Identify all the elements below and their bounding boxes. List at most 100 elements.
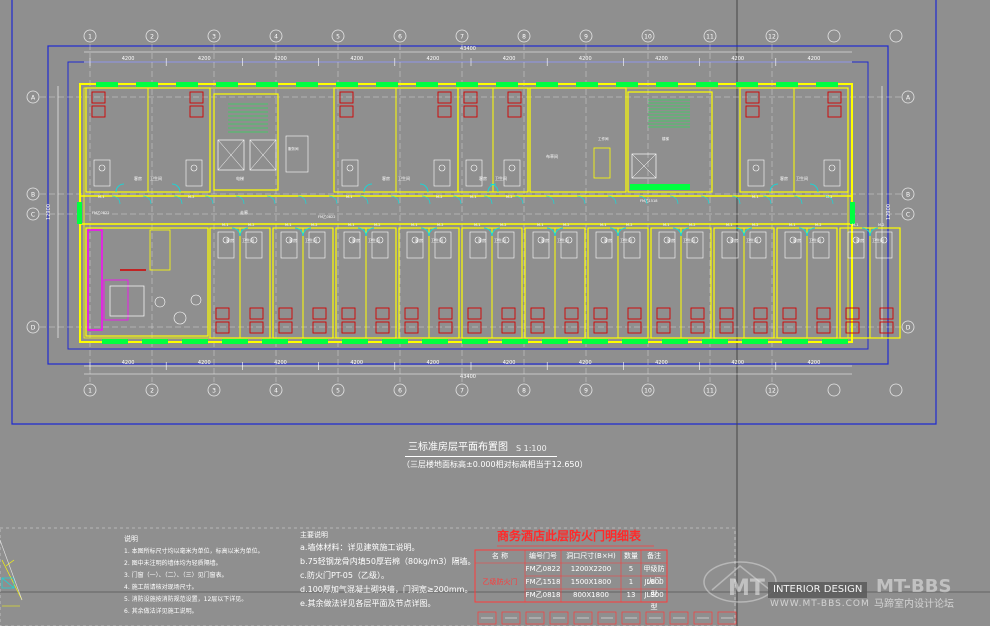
bed [593,307,608,320]
window-south [702,339,728,344]
bed [827,105,842,118]
window-north [696,82,718,87]
window-south [502,339,528,344]
door-tag: M-1 [346,195,353,199]
bed [501,321,516,334]
window-north [216,82,238,87]
bed [312,321,327,334]
corridor-door-swing [111,195,121,205]
corridor-door-swing [576,195,586,205]
axis-label-bottom: 1 [88,388,92,395]
bed [189,91,204,104]
bed [463,105,478,118]
drawing-title-underline [405,456,557,457]
door-tag: M-2 [436,195,443,199]
window-south [222,339,248,344]
dimension-text: 4200 [731,56,744,62]
bathroom [503,159,521,187]
room-label: 客房 [479,175,487,181]
window-north [456,82,478,87]
floor-plan-drawing: 4200 4200 4200 4200 4200 4200 4200 4200 4200 4200… [0,0,990,626]
bath-label: 卫生间 [683,237,695,243]
dimension-text: 4200 [198,360,211,366]
corridor-door-swing [173,195,183,205]
dimension-text: 4200 [427,56,440,62]
central-service-block: 布草间 工作间 [529,87,627,193]
room-label: 客房 [289,237,297,243]
axis-label-top: 5 [336,34,340,41]
bath-label: 卫生间 [150,175,162,181]
bed [656,321,671,334]
exterior-wall-inner [83,87,849,339]
door-tag: M-2 [374,223,381,227]
window-north [296,82,318,87]
bed [564,307,579,320]
guestroom: 客房 卫生间M-1 M-2 [713,223,775,339]
room-label: 客房 [478,237,486,243]
note-line: b.75轻钢龙骨内填50厚岩棉（80kg/m3）隔墙。 [300,557,476,566]
bed [91,91,106,104]
axis-label-bottom: 3 [212,388,216,395]
partition [149,229,171,271]
building-plan: 客房 卫生间M-1 M-2客房 卫生间M-1 M-2客房 卫生间M-1 M-2客房 卫生间M-… [77,82,901,344]
table-cell: 13 [626,591,636,599]
axis-bubble [889,383,903,397]
chair [190,294,202,306]
site-boundary-inner [67,61,869,350]
door-tag: M-1 [474,223,481,227]
axis-label-right: C [906,212,910,219]
room-label: 客房 [730,237,738,243]
window-south [382,339,408,344]
corridor-door-swing [545,195,555,205]
bathroom [93,159,111,187]
stair-wall [627,91,713,193]
bathroom [560,231,578,259]
room-label: 客房 [541,237,549,243]
axis-label-top: 6 [398,34,402,41]
window-south [142,339,168,344]
door-tag: M-1 [348,223,355,227]
guestroom: 客房 卫生间M-1 M-2 [739,87,849,199]
axis-label-top: 4 [274,34,278,41]
window-north [616,82,638,87]
bed [507,91,522,104]
material-notes-heading: 主要说明 [300,531,328,539]
corridor-door-swing [483,195,493,205]
bathroom [185,159,203,187]
bed [375,321,390,334]
dimension-text: 4200 [579,360,592,366]
axis-label-bottom: 11 [706,388,714,395]
bath-label: 卫生间 [431,237,443,243]
bed [501,307,516,320]
axis-label-top: 3 [212,34,216,41]
lounge-table [109,285,145,317]
sheet-border [11,0,937,425]
drawing-scale: S 1:100 [516,444,547,453]
door-tag: M-1 [285,223,292,227]
table-cell: FM乙0822 [525,565,561,573]
door-swing [115,183,125,193]
dimension-lines: 4200 4200 4200 4200 4200 4200 4200 4200 4200 4200… [46,46,892,380]
dimension-text: 4200 [122,56,135,62]
window-north [536,82,558,87]
corridor-door-swing [328,195,338,205]
window-north [816,82,838,87]
corridor-door-swing [793,195,803,205]
corridor-door-swing [204,195,214,205]
bath-label: 卫生间 [495,175,507,181]
door-tag: M-1 [852,223,859,227]
bed [278,321,293,334]
bed [341,307,356,320]
bed [189,105,204,118]
linen-label: 布草间 [546,153,558,159]
axis-label-left: A [31,95,36,102]
bed [816,321,831,334]
axis-bubble [827,383,841,397]
general-notes-heading: 说明 [124,535,138,543]
stair-label: 楼梯 [662,136,670,141]
bath-label: 卫生间 [305,237,317,243]
axis-label-top: 9 [584,34,588,41]
window-south [422,339,448,344]
bathroom [784,231,802,259]
door-tag: M-2 [626,223,633,227]
